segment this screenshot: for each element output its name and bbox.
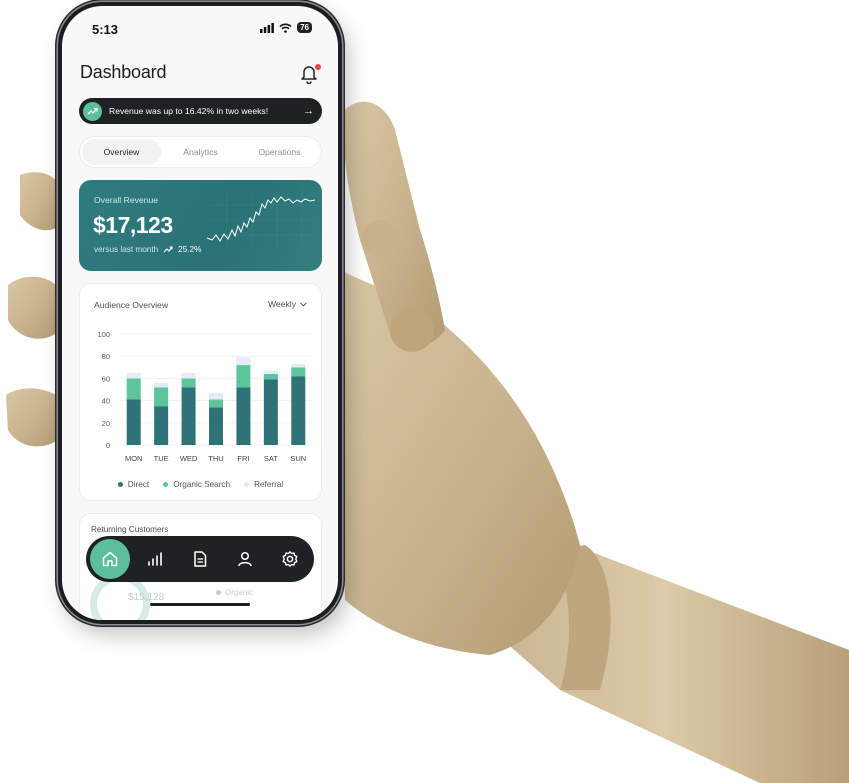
tab-overview[interactable]: Overview	[82, 139, 161, 165]
revenue-amount: $17,123	[93, 212, 173, 238]
page-title: Dashboard	[80, 62, 167, 82]
overall-revenue-card[interactable]: Overall Revenue $17,123 versus last mont…	[79, 180, 322, 271]
home-indicator	[150, 603, 250, 606]
revenue-comparison: versus last month 25.2%	[94, 245, 201, 254]
comparison-label: versus last month	[94, 245, 159, 254]
period-dropdown[interactable]: Weekly	[268, 299, 307, 309]
x-tick-label: FRI	[237, 454, 249, 463]
x-tick-label: THU	[208, 454, 223, 463]
period-label: Weekly	[267, 299, 296, 309]
bar-organic-search-thu	[209, 399, 223, 408]
revenue-sparkline	[207, 190, 315, 250]
bar-direct-sun	[291, 376, 306, 445]
y-tick-label: 60	[102, 374, 110, 383]
bar-organic-search-mon	[126, 378, 141, 400]
tab-operations[interactable]: Operations	[240, 139, 319, 165]
audience-bar-chart: 0 20 40 60 80 100 MON TUE WED THU FRI SAT SUN	[97, 330, 312, 463]
bar-direct-wed	[181, 387, 196, 445]
bar-direct-mon	[126, 399, 141, 445]
chevron-down-icon	[300, 301, 307, 307]
bar-direct-thu	[209, 407, 223, 445]
revenue-banner[interactable]: Revenue was up to 16.42% in two weeks! →	[79, 98, 322, 124]
bar-organic-search-tue	[154, 387, 169, 407]
x-tick-label: SAT	[264, 454, 278, 463]
notification-button[interactable]	[300, 64, 321, 85]
y-tick-label: 20	[102, 419, 110, 428]
chart-legend: Direct Organic Search Referral	[80, 480, 321, 489]
home-icon	[102, 551, 118, 567]
settings-icon	[282, 551, 298, 567]
legend-organic-search: Organic Search	[163, 480, 230, 489]
legend-direct: Direct	[117, 480, 149, 489]
y-tick-label: 80	[102, 352, 110, 361]
status-bar: 5:13 76	[62, 6, 338, 46]
user-icon	[238, 551, 252, 567]
banner-text: Revenue was up to 16.42% in two weeks!	[109, 106, 269, 116]
returning-value: $15,128	[128, 592, 165, 603]
x-tick-label: WED	[180, 454, 198, 463]
bar-direct-sat	[263, 379, 278, 445]
x-tick-label: MON	[125, 454, 143, 463]
audience-overview-card: Audience Overview Weekly 0 20 40 60 80 100 MON…	[79, 283, 322, 501]
revenue-label: Overall Revenue	[94, 195, 159, 205]
x-tick-label: SUN	[290, 454, 306, 463]
trend-up-icon	[83, 101, 102, 121]
bar-direct-tue	[154, 406, 169, 445]
bar-referral-wed	[181, 372, 196, 379]
status-icons: 76	[260, 22, 312, 33]
bottom-nav	[86, 536, 314, 582]
bar-referral-mon	[126, 372, 141, 379]
audience-title: Audience Overview	[94, 300, 169, 310]
phone-frame: 5:13 76 Dashboard Revenue was up to 16.4…	[58, 2, 342, 624]
returning-legend: Organic	[216, 588, 253, 597]
bar-referral-sat	[263, 370, 278, 374]
tab-bar: Overview Analytics Operations	[79, 136, 322, 168]
x-tick-label: TUE	[154, 454, 169, 463]
returning-title: Returning Customers	[91, 525, 169, 534]
bar-organic-search-sun	[291, 367, 306, 377]
nav-home[interactable]	[90, 539, 130, 579]
signal-icon	[260, 22, 274, 33]
nav-analytics[interactable]	[135, 539, 175, 579]
bar-chart-icon	[148, 552, 162, 566]
bar-referral-fri	[236, 357, 251, 366]
document-icon	[194, 551, 207, 567]
bar-organic-search-wed	[181, 378, 196, 388]
trend-up-icon	[163, 246, 173, 253]
header: Dashboard	[80, 62, 321, 90]
bar-direct-fri	[236, 387, 251, 445]
y-tick-label: 100	[97, 330, 110, 339]
y-tick-label: 40	[102, 397, 110, 406]
nav-reports[interactable]	[180, 539, 220, 579]
status-time: 5:13	[92, 22, 119, 37]
bar-referral-tue	[154, 382, 169, 388]
tab-analytics[interactable]: Analytics	[161, 139, 240, 165]
legend-referral: Referral	[244, 480, 283, 489]
notification-badge	[315, 64, 321, 70]
wifi-icon	[279, 23, 292, 33]
bar-organic-search-fri	[236, 365, 251, 388]
bar-referral-thu	[209, 392, 223, 400]
nav-settings[interactable]	[270, 539, 310, 579]
bar-organic-search-sat	[263, 373, 278, 380]
y-tick-label: 0	[106, 441, 110, 450]
bar-referral-sun	[291, 363, 306, 368]
revenue-change: 25.2%	[178, 245, 202, 254]
arrow-right-icon: →	[303, 105, 314, 117]
battery-indicator: 76	[297, 22, 312, 33]
phone-screen: 5:13 76 Dashboard Revenue was up to 16.4…	[62, 6, 338, 620]
nav-profile[interactable]	[225, 539, 265, 579]
